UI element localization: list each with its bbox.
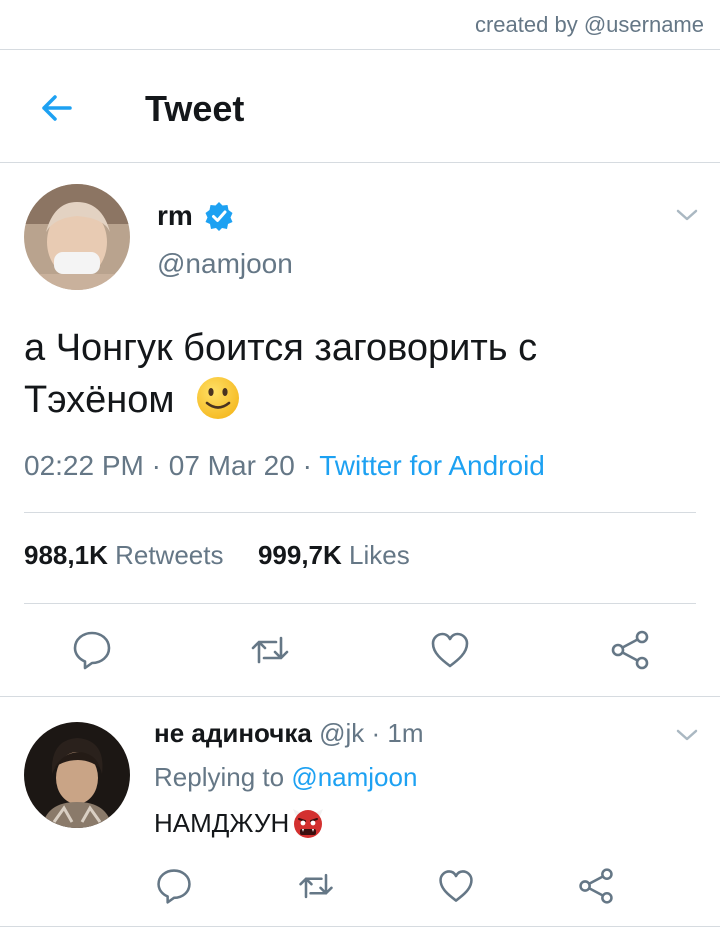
back-button[interactable] <box>36 88 76 128</box>
reply-time: 1m <box>387 718 424 748</box>
reply-body: НАМДЖУН <box>154 807 290 838</box>
page-title: Tweet <box>145 88 245 129</box>
like-button[interactable] <box>428 628 472 672</box>
chevron-down-icon <box>676 729 698 741</box>
heart-icon <box>431 632 469 668</box>
retweet-button[interactable] <box>248 628 292 672</box>
divider <box>0 49 720 50</box>
arrow-left-icon <box>42 95 72 121</box>
reply-button[interactable] <box>70 628 114 672</box>
retweets-stat[interactable]: 988,1K Retweets <box>24 540 223 570</box>
tweet-text: а Чонгук боится заговорить с Тэхёном <box>24 322 684 426</box>
author-name[interactable]: rm <box>157 200 193 232</box>
replying-to-mention[interactable]: @namjoon <box>291 762 417 792</box>
credit-text: created by @username <box>474 12 704 37</box>
retweets-count: 988,1K <box>24 540 108 570</box>
more-options-button[interactable] <box>674 206 700 224</box>
divider <box>24 512 696 513</box>
replying-prefix: Replying to <box>154 762 285 792</box>
divider <box>0 162 720 163</box>
divider <box>24 603 696 604</box>
replying-to-line: Replying to @namjoon <box>154 762 417 793</box>
heart-icon <box>439 870 473 902</box>
share-button[interactable] <box>608 628 652 672</box>
reply-more-options-button[interactable] <box>674 726 700 744</box>
share-icon <box>611 630 649 670</box>
likes-stat[interactable]: 999,7K Likes <box>258 540 410 570</box>
ogre-mask-icon <box>293 809 324 838</box>
tweet-meta: 02:22 PM · 07 Mar 20 · Twitter for Andro… <box>24 450 545 481</box>
reply-like-button[interactable] <box>436 866 476 906</box>
verified-badge-icon <box>204 201 234 231</box>
tweet-body: а Чонгук боится заговорить с Тэхёном <box>24 327 538 421</box>
chevron-down-icon <box>676 209 698 221</box>
reply-avatar[interactable] <box>24 722 130 828</box>
share-icon <box>579 868 613 904</box>
reply-retweet-button[interactable] <box>296 866 336 906</box>
likes-count: 999,7K <box>257 540 342 570</box>
reply-icon <box>157 869 191 904</box>
reply-author-name[interactable]: не адиночка <box>154 718 312 748</box>
reply-reply-button[interactable] <box>154 866 194 906</box>
likes-label: Likes <box>349 540 410 570</box>
reply-text: НАМДЖУН <box>154 806 325 840</box>
reply-header: не адиночка @jk · 1m <box>154 718 424 748</box>
slightly-smiling-face-icon <box>197 376 240 419</box>
avatar[interactable] <box>24 184 130 290</box>
reply-icon <box>73 631 111 670</box>
retweet-icon <box>299 873 333 899</box>
tweet-source-link[interactable]: Twitter for Android <box>319 450 545 481</box>
tweet-stats: 988,1K Retweets 999,7K Likes <box>24 540 410 571</box>
divider <box>0 696 720 697</box>
retweet-icon <box>251 636 289 664</box>
tweet-date: 07 Mar 20 <box>168 450 295 481</box>
retweets-label: Retweets <box>115 540 224 570</box>
author-handle[interactable]: @namjoon <box>157 248 293 280</box>
divider <box>0 926 720 927</box>
reply-author-handle[interactable]: @jk <box>319 718 364 748</box>
reply-share-button[interactable] <box>576 866 616 906</box>
tweet-time: 02:22 PM <box>24 450 144 481</box>
